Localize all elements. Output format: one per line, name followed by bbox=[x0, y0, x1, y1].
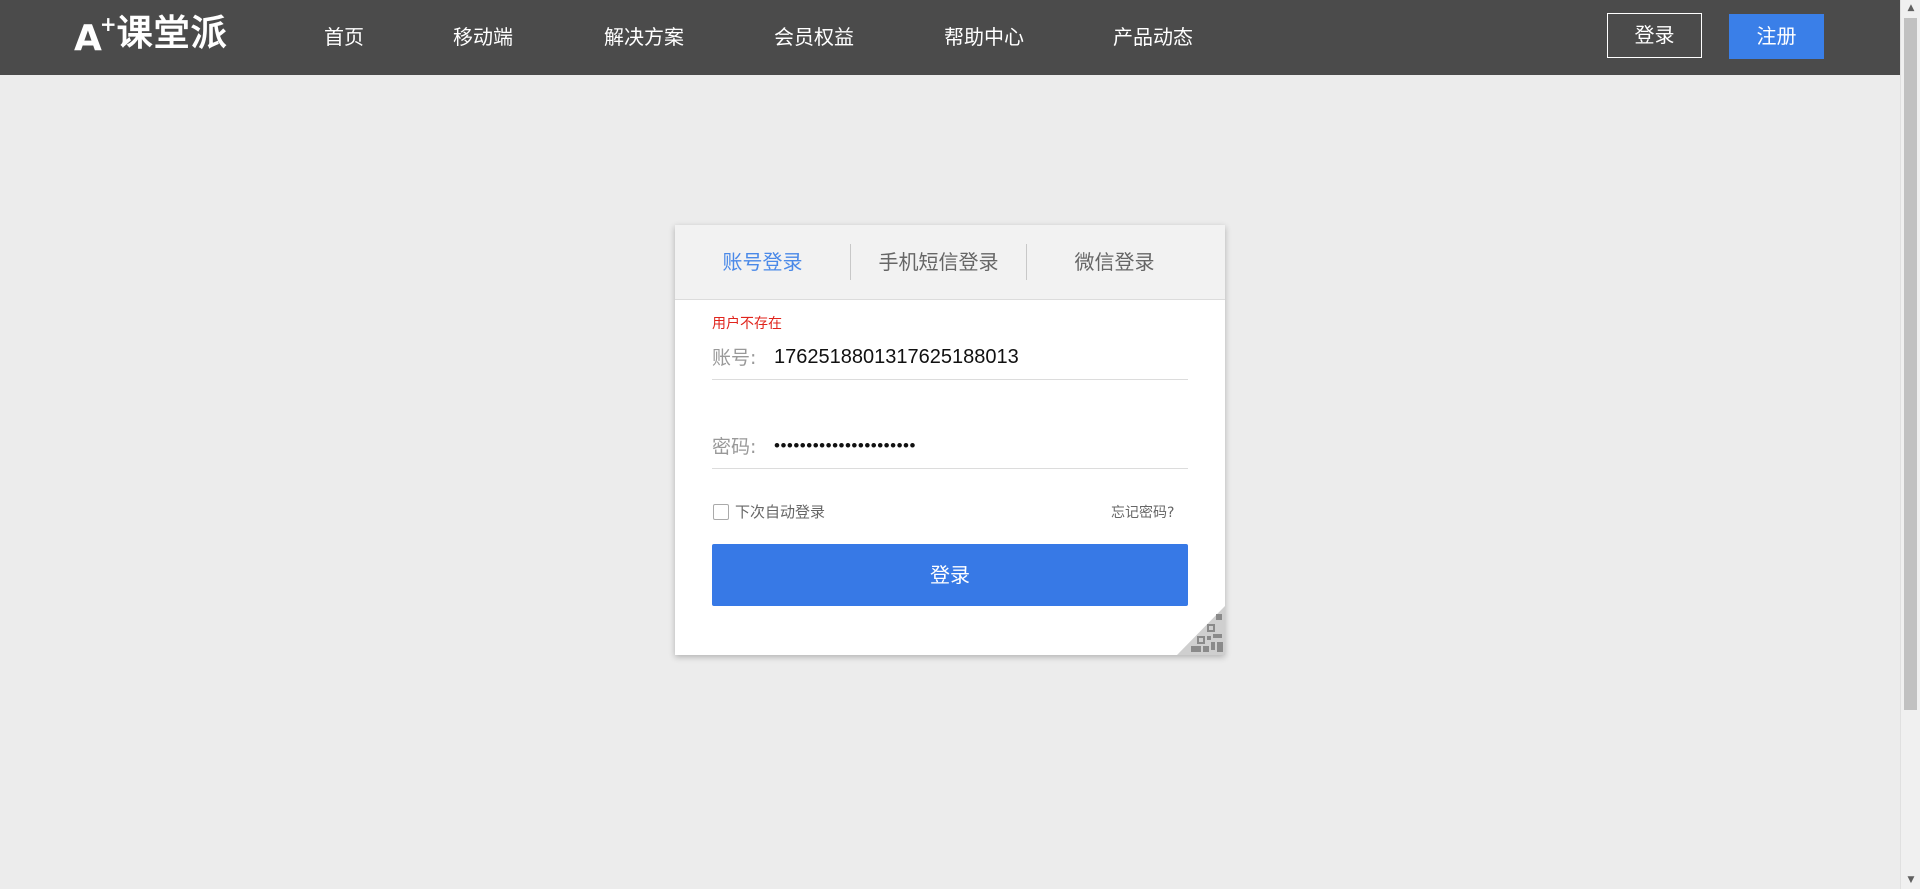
header-register-button[interactable]: 注册 bbox=[1729, 14, 1824, 59]
nav-help-center[interactable]: 帮助中心 bbox=[944, 0, 1024, 75]
login-submit-button[interactable]: 登录 bbox=[712, 544, 1188, 606]
scroll-up-arrow-icon[interactable]: ▲ bbox=[1901, 0, 1920, 17]
site-logo[interactable]: A+ 课堂派 bbox=[74, 12, 228, 59]
forgot-password-link[interactable]: 忘记密码? bbox=[1111, 502, 1174, 522]
header-login-button[interactable]: 登录 bbox=[1607, 13, 1702, 58]
account-label: 账号: bbox=[712, 347, 757, 369]
password-input[interactable] bbox=[774, 428, 1184, 464]
password-field: 密码: bbox=[712, 428, 1188, 469]
qr-code-icon[interactable] bbox=[1177, 606, 1225, 655]
logo-text: 课堂派 bbox=[116, 13, 228, 54]
tab-wechat-login[interactable]: 微信登录 bbox=[1027, 225, 1202, 299]
logo-mark: A+ bbox=[74, 11, 117, 59]
account-field: 账号: bbox=[712, 339, 1188, 380]
nav-membership[interactable]: 会员权益 bbox=[774, 0, 854, 75]
vertical-scrollbar[interactable]: ▲ ▼ bbox=[1900, 0, 1920, 889]
nav-solutions[interactable]: 解决方案 bbox=[604, 0, 684, 75]
auto-login-checkbox[interactable] bbox=[713, 503, 729, 520]
account-input[interactable] bbox=[774, 339, 1184, 375]
nav-mobile[interactable]: 移动端 bbox=[453, 0, 513, 75]
tab-account-login[interactable]: 账号登录 bbox=[675, 225, 850, 299]
top-navbar: A+ 课堂派 首页 移动端 解决方案 会员权益 帮助中心 产品动态 登录 注册 bbox=[0, 0, 1900, 75]
tab-sms-login[interactable]: 手机短信登录 bbox=[851, 225, 1026, 299]
password-label: 密码: bbox=[712, 436, 757, 458]
nav-home[interactable]: 首页 bbox=[324, 0, 364, 75]
auto-login-label: 下次自动登录 bbox=[735, 503, 826, 521]
login-tabs: 账号登录 手机短信登录 微信登录 bbox=[675, 225, 1225, 300]
auto-login-option[interactable]: 下次自动登录 bbox=[713, 501, 825, 522]
scrollbar-thumb[interactable] bbox=[1904, 18, 1917, 710]
error-message: 用户不存在 bbox=[712, 316, 782, 332]
nav-product-news[interactable]: 产品动态 bbox=[1113, 0, 1193, 75]
login-card: 账号登录 手机短信登录 微信登录 用户不存在 账号: 密码: 下次自动登录 忘记… bbox=[675, 225, 1225, 655]
scroll-down-arrow-icon[interactable]: ▼ bbox=[1901, 872, 1920, 889]
